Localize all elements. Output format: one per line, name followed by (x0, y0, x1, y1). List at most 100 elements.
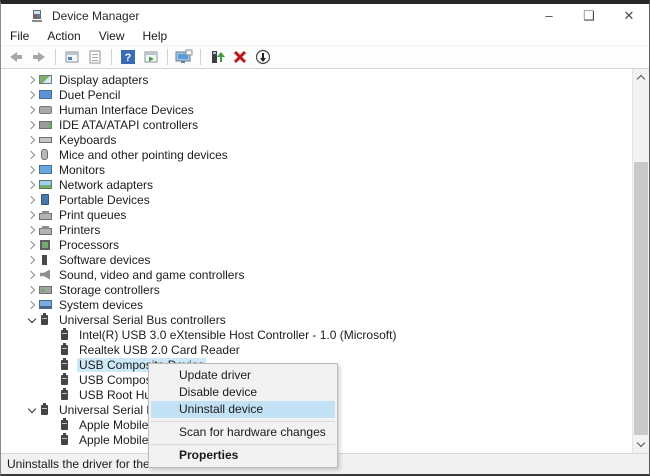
tree-item[interactable]: Human Interface Devices (1, 102, 632, 117)
chevron-right-icon[interactable] (25, 107, 39, 113)
chevron-right-icon[interactable] (25, 137, 39, 143)
tree-item-label: Print queues (57, 208, 128, 222)
tree-item[interactable]: IDE ATA/ATAPI controllers (1, 117, 632, 132)
tree-item-label: System devices (57, 298, 145, 312)
keyboard-icon (39, 137, 52, 143)
back-icon[interactable] (6, 48, 26, 66)
usb-icon (61, 420, 68, 430)
scroll-down-icon[interactable] (633, 436, 649, 453)
minimize-icon[interactable]: – (529, 4, 569, 27)
uninstall-device-icon[interactable] (230, 48, 250, 66)
tree-item[interactable]: Monitors (1, 162, 632, 177)
menu-item-uninstall-device[interactable]: Uninstall device (151, 401, 335, 418)
tree-item[interactable]: Software devices (1, 252, 632, 267)
usb-icon (61, 435, 68, 445)
processor-icon (40, 240, 50, 250)
portable-device-icon (41, 194, 49, 205)
chevron-right-icon[interactable] (25, 92, 39, 98)
menu-item-disable-device[interactable]: Disable device (149, 384, 337, 401)
tree-item[interactable]: Printers (1, 222, 632, 237)
chevron-right-icon[interactable] (25, 242, 39, 248)
tree-item[interactable]: Duet Pencil (1, 87, 632, 102)
tree-item-label: Processors (57, 238, 121, 252)
window-action-icon[interactable] (141, 48, 161, 66)
menu-help[interactable]: Help (134, 29, 177, 43)
tree-item[interactable]: Intel(R) USB 3.0 eXtensible Host Control… (1, 327, 632, 342)
update-driver-icon[interactable] (207, 48, 227, 66)
forward-icon[interactable] (29, 48, 49, 66)
scan-hardware-icon[interactable] (253, 48, 273, 66)
toolbar-separator (200, 49, 201, 65)
context-menu: Update driver Disable device Uninstall d… (148, 363, 338, 468)
chevron-right-icon[interactable] (25, 152, 39, 158)
chevron-right-icon[interactable] (25, 302, 39, 308)
close-icon[interactable]: ✕ (609, 4, 649, 27)
menu-bar: File Action View Help (1, 27, 649, 45)
maximize-icon[interactable]: ❑ (569, 4, 609, 27)
tree-item-label: Keyboards (57, 133, 118, 147)
tree-item-label: Monitors (57, 163, 107, 177)
chevron-right-icon[interactable] (25, 227, 39, 233)
chevron-down-icon[interactable] (25, 318, 39, 322)
menu-action[interactable]: Action (38, 29, 89, 43)
tree-item[interactable]: Portable Devices (1, 192, 632, 207)
window-title: Device Manager (52, 9, 139, 23)
console-window-icon[interactable] (62, 48, 82, 66)
tree-item-label: Mice and other pointing devices (57, 148, 230, 162)
tree-item[interactable]: Display adapters (1, 72, 632, 87)
menu-view[interactable]: View (90, 29, 134, 43)
tree-item[interactable]: Storage controllers (1, 282, 632, 297)
menu-item-properties[interactable]: Properties (149, 447, 337, 464)
tree-item-label: Display adapters (57, 73, 150, 87)
chevron-right-icon[interactable] (25, 167, 39, 173)
chevron-right-icon[interactable] (25, 272, 39, 278)
tree-item[interactable]: Mice and other pointing devices (1, 147, 632, 162)
chevron-right-icon[interactable] (25, 287, 39, 293)
tree-item-label: Sound, video and game controllers (57, 268, 246, 282)
tree-item[interactable]: Network adapters (1, 177, 632, 192)
tree-item[interactable]: System devices (1, 297, 632, 312)
tree-item-label: Human Interface Devices (57, 103, 196, 117)
list-view-icon[interactable] (85, 48, 105, 66)
tree-item[interactable]: Processors (1, 237, 632, 252)
chevron-right-icon[interactable] (25, 77, 39, 83)
tree-item-label: Storage controllers (57, 283, 162, 297)
chevron-down-icon[interactable] (25, 408, 39, 412)
scrollbar-thumb[interactable] (634, 162, 648, 435)
display-adapters-icon (39, 75, 52, 84)
usb-icon (61, 390, 68, 400)
scroll-up-icon[interactable] (633, 69, 649, 86)
tree-item-label: Portable Devices (57, 193, 152, 207)
chevron-right-icon[interactable] (25, 122, 39, 128)
toolbar-separator (55, 49, 56, 65)
hid-icon (39, 106, 52, 114)
menu-item-update-driver[interactable]: Update driver (149, 367, 337, 384)
tree-item-label: Intel(R) USB 3.0 eXtensible Host Control… (77, 328, 398, 342)
device-manager-icon (30, 9, 44, 23)
menu-separator (151, 444, 335, 445)
chevron-right-icon[interactable] (25, 182, 39, 188)
tree-item-label: Printers (57, 223, 102, 237)
chevron-right-icon[interactable] (25, 257, 39, 263)
menu-file[interactable]: File (1, 29, 38, 43)
vertical-scrollbar[interactable] (632, 69, 649, 453)
printer-icon (39, 228, 52, 235)
system-icon (39, 300, 52, 309)
menu-separator (151, 421, 335, 422)
usb-icon (61, 360, 68, 370)
menu-item-scan-hardware-changes[interactable]: Scan for hardware changes (149, 424, 337, 441)
help-icon[interactable]: ? (118, 48, 138, 66)
tree-item[interactable]: Realtek USB 2.0 Card Reader (1, 342, 632, 357)
chevron-right-icon[interactable] (25, 197, 39, 203)
software-device-icon (42, 255, 47, 265)
usb-icon (41, 405, 48, 415)
chevron-right-icon[interactable] (25, 212, 39, 218)
usb-icon (41, 315, 48, 325)
tree-item-label: Duet Pencil (57, 88, 122, 102)
tree-item[interactable]: Keyboards (1, 132, 632, 147)
tree-item[interactable]: Print queues (1, 207, 632, 222)
tree-item[interactable]: Sound, video and game controllers (1, 267, 632, 282)
ide-icon (39, 121, 52, 129)
computer-icon[interactable] (174, 48, 194, 66)
tree-item[interactable]: Universal Serial Bus controllers (1, 312, 632, 327)
